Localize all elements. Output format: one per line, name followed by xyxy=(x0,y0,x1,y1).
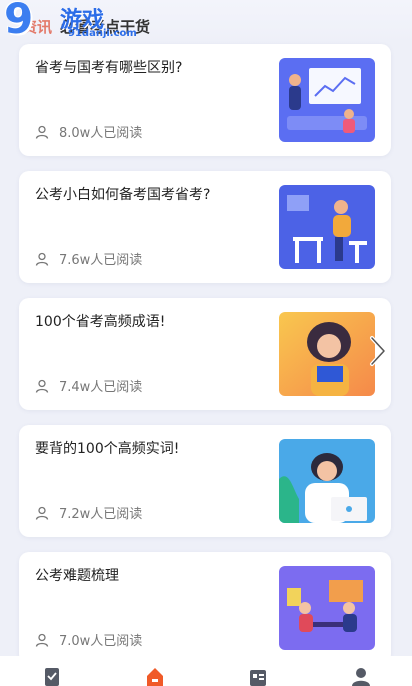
home-icon xyxy=(146,668,163,686)
article-meta: 7.4w人已阅读 xyxy=(35,376,142,395)
watermark-logo: 9 游戏 91danji.com xyxy=(2,0,142,44)
read-count: 8.0w人已阅读 xyxy=(59,126,143,141)
article-title: 要背的100个高频实词! xyxy=(35,441,180,457)
news-icon xyxy=(249,670,266,686)
person-icon xyxy=(35,252,49,266)
article-card[interactable]: 100个省考高频成语! 7.4w人已阅读 xyxy=(19,298,391,410)
thumb-presentation[interactable] xyxy=(279,58,375,142)
nav-tab-checklist[interactable] xyxy=(0,656,103,686)
read-count: 7.2w人已阅读 xyxy=(59,507,143,522)
chevron-right-icon[interactable] xyxy=(366,334,390,368)
article-title: 100个省考高频成语! xyxy=(35,314,166,330)
article-card[interactable]: 要背的100个高频实词! 7.2w人已阅读 xyxy=(19,425,391,537)
article-card[interactable]: 公考难题梳理 7.0w人已阅读 xyxy=(19,552,391,664)
thumb-study-desk[interactable] xyxy=(279,185,375,269)
article-meta: 8.0w人已阅读 xyxy=(35,122,142,141)
article-meta: 7.6w人已阅读 xyxy=(35,249,142,268)
article-meta: 7.0w人已阅读 xyxy=(35,630,142,649)
person-icon xyxy=(35,379,49,393)
article-title: 省考与国考有哪些区别? xyxy=(35,60,183,76)
watermark-number: 9 xyxy=(4,0,33,43)
article-meta: 7.2w人已阅读 xyxy=(35,503,142,522)
article-title: 公考难题梳理 xyxy=(35,568,119,584)
profile-icon xyxy=(351,668,370,686)
read-count: 7.4w人已阅读 xyxy=(59,380,143,395)
person-icon xyxy=(35,633,49,647)
read-count: 7.0w人已阅读 xyxy=(59,634,143,649)
header-bar: 资讯 必看考点干货 9 游戏 91danji.com xyxy=(0,0,412,44)
read-count: 7.6w人已阅读 xyxy=(59,253,143,268)
nav-tab-profile[interactable] xyxy=(309,656,412,686)
watermark-url: 91danji.com xyxy=(68,28,137,39)
article-card[interactable]: 公考小白如何备考国考省考? 7.6w人已阅读 xyxy=(19,171,391,283)
thumb-laptop-student[interactable] xyxy=(279,439,375,523)
article-title: 公考小白如何备考国考省考? xyxy=(35,187,211,203)
thumb-reading-book[interactable] xyxy=(279,312,375,396)
bottom-navigation xyxy=(0,656,412,686)
person-icon xyxy=(35,506,49,520)
thumb-meeting[interactable] xyxy=(279,566,375,650)
checklist-icon xyxy=(44,668,59,686)
nav-tab-news[interactable] xyxy=(206,656,309,686)
person-icon xyxy=(35,125,49,139)
article-card[interactable]: 省考与国考有哪些区别? 8.0w人已阅读 xyxy=(19,44,391,156)
nav-tab-home[interactable] xyxy=(103,656,206,686)
